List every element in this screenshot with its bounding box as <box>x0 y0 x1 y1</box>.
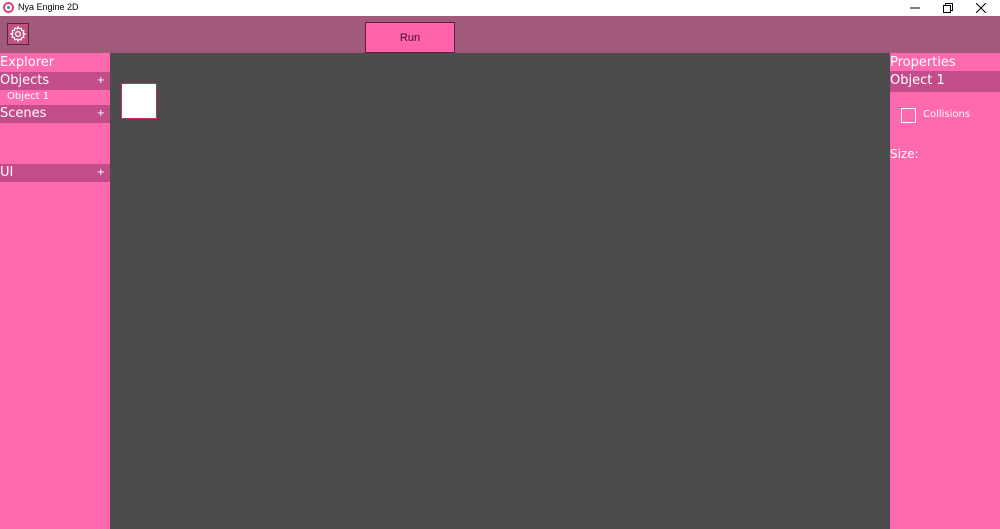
selected-object-name: Object 1 <box>890 73 945 88</box>
gear-icon <box>9 25 27 43</box>
title-bar: Nya Engine 2D <box>0 0 1000 16</box>
run-button[interactable]: Run <box>365 22 455 53</box>
objects-section-label: Objects <box>0 73 50 88</box>
close-button[interactable] <box>964 0 998 16</box>
window-title: Nya Engine 2D <box>18 2 79 12</box>
selected-object-header: Object 1 <box>890 71 1000 92</box>
add-object-button[interactable]: + <box>97 75 105 87</box>
explorer-title: Explorer <box>0 55 55 70</box>
explorer-panel: Explorer Objects + Object 1 Scenes + UI … <box>0 53 110 529</box>
scenes-section-header[interactable]: Scenes + <box>0 105 110 123</box>
properties-panel: Properties Object 1 Collisions Size: <box>890 53 1000 529</box>
collisions-checkbox[interactable] <box>901 108 916 123</box>
minimize-button[interactable] <box>898 0 932 16</box>
add-scene-button[interactable]: + <box>97 108 105 120</box>
object-list-item[interactable]: Object 1 <box>7 91 49 103</box>
toolbar: Run <box>0 16 1000 53</box>
close-icon <box>976 3 986 13</box>
maximize-icon <box>943 3 953 13</box>
properties-title: Properties <box>890 55 956 70</box>
scenes-section-label: Scenes <box>0 106 47 121</box>
add-ui-button[interactable]: + <box>97 167 105 179</box>
maximize-button[interactable] <box>931 0 965 16</box>
ui-section-label: UI <box>0 165 14 180</box>
settings-button[interactable] <box>7 23 29 45</box>
app-logo-icon <box>3 2 14 13</box>
ui-section-header[interactable]: UI + <box>0 164 110 182</box>
objects-section-header[interactable]: Objects + <box>0 72 110 90</box>
scene-viewport[interactable] <box>110 53 890 529</box>
scene-object-sprite[interactable] <box>121 83 157 119</box>
minimize-icon <box>910 7 920 9</box>
collisions-label: Collisions <box>923 109 971 120</box>
size-label: Size: <box>890 147 919 161</box>
